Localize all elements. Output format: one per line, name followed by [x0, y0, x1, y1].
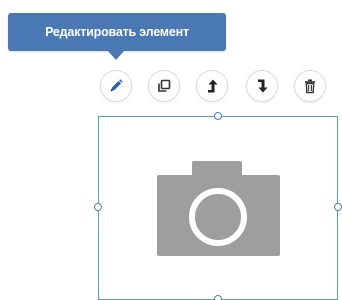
resize-handle-left[interactable]	[94, 203, 102, 211]
tooltip-arrow	[108, 51, 124, 60]
camera-icon	[157, 161, 280, 256]
pencil-icon	[110, 79, 123, 92]
arrow-up-icon	[208, 79, 218, 93]
trash-icon	[305, 79, 315, 94]
move-up-button[interactable]	[196, 70, 228, 102]
resize-handle-right[interactable]	[334, 203, 342, 211]
editor-canvas: Редактировать элемент	[0, 0, 342, 300]
resize-handle-bottom[interactable]	[214, 295, 222, 300]
copy-icon	[158, 79, 171, 92]
edit-tooltip: Редактировать элемент	[8, 13, 226, 51]
duplicate-button[interactable]	[148, 70, 180, 102]
move-down-button[interactable]	[246, 70, 278, 102]
delete-button[interactable]	[294, 70, 326, 102]
tooltip-text: Редактировать элемент	[45, 25, 189, 39]
edit-button[interactable]	[100, 70, 132, 102]
resize-handle-top[interactable]	[214, 112, 222, 120]
arrow-down-icon	[258, 79, 268, 93]
